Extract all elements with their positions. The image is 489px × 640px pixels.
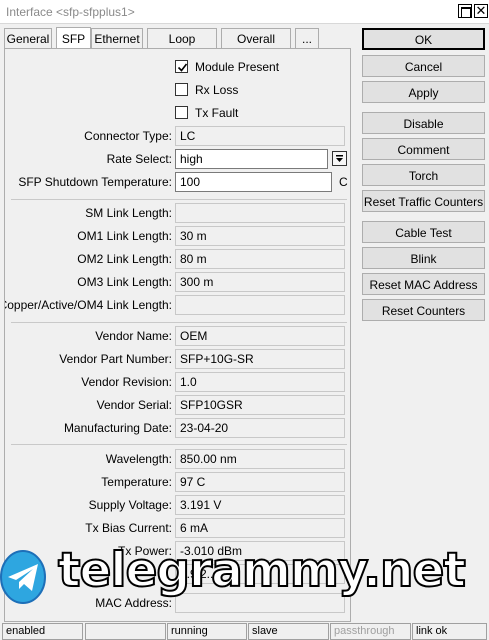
disable-button[interactable]: Disable [362, 112, 485, 134]
field-label: Vendor Revision: [81, 375, 172, 389]
om3-link-length-row: OM3 Link Length: 300 m [5, 272, 350, 292]
field-label: OM3 Link Length: [77, 275, 172, 289]
tab-general[interactable]: General [4, 28, 52, 49]
divider [11, 199, 347, 200]
field-label: Tx Bias Current: [85, 521, 172, 535]
vendor-revision-row: Vendor Revision: 1.0 [5, 372, 350, 392]
shutdown-temperature-row: SFP Shutdown Temperature: 100 C [5, 172, 350, 192]
rate-select-dropdown[interactable]: high [175, 149, 328, 169]
field-label: SM Link Length: [85, 206, 172, 220]
field-label: Copper/Active/OM4 Link Length: [4, 298, 172, 312]
dropdown-arrow-icon[interactable] [332, 151, 347, 166]
maximize-icon[interactable] [458, 4, 472, 18]
checkbox-box[interactable] [175, 106, 188, 119]
telegram-logo-icon [0, 550, 46, 604]
tab-more[interactable]: ... [295, 28, 319, 49]
tab-loop-protect[interactable]: Loop Protect [147, 28, 217, 60]
blink-button[interactable]: Blink [362, 247, 485, 269]
field-label: Wavelength: [105, 452, 172, 466]
field-label: Vendor Name: [95, 329, 172, 343]
om4-link-length-field [175, 295, 345, 315]
connector-type-row: Connector Type: LC [5, 126, 350, 146]
reset-traffic-counters-button[interactable]: Reset Traffic Counters [362, 190, 485, 212]
vendor-part-number-row: Vendor Part Number: SFP+10G-SR [5, 349, 350, 369]
apply-button[interactable]: Apply [362, 81, 485, 103]
manufacturing-date-row: Manufacturing Date: 23-04-20 [5, 418, 350, 438]
vendor-revision-field: 1.0 [175, 372, 345, 392]
om1-link-length-row: OM1 Link Length: 30 m [5, 226, 350, 246]
shutdown-temperature-input[interactable]: 100 [175, 172, 332, 192]
title-bar: Interface <sfp-sfpplus1> ✕ [0, 0, 489, 24]
vendor-part-number-field: SFP+10G-SR [175, 349, 345, 369]
vendor-name-field: OEM [175, 326, 345, 346]
cable-test-button[interactable]: Cable Test [362, 221, 485, 243]
comment-button[interactable]: Comment [362, 138, 485, 160]
unit-label: C [339, 175, 348, 189]
om4-link-length-row: Copper/Active/OM4 Link Length: [4, 295, 350, 315]
wavelength-field: 850.00 nm [175, 449, 345, 469]
supply-voltage-row: Supply Voltage: 3.191 V [5, 495, 350, 515]
field-label: Vendor Part Number: [59, 352, 172, 366]
checkbox-label: Rx Loss [195, 83, 239, 97]
temperature-row: Temperature: 97 C [5, 472, 350, 492]
checkbox-label: Module Present [195, 60, 280, 74]
om2-link-length-field: 80 m [175, 249, 345, 269]
status-cell: passthrough [330, 623, 411, 640]
om1-link-length-field: 30 m [175, 226, 345, 246]
vendor-serial-row: Vendor Serial: SFP10GSR [5, 395, 350, 415]
tab-ethernet[interactable]: Ethernet [91, 28, 143, 49]
status-cell [85, 623, 166, 640]
divider [11, 444, 347, 445]
watermark: telegrammy.net [0, 542, 489, 613]
vendor-serial-field: SFP10GSR [175, 395, 345, 415]
reset-mac-address-button[interactable]: Reset MAC Address [362, 273, 485, 295]
tx-bias-current-field: 6 mA [175, 518, 345, 538]
status-cell: running [167, 623, 247, 640]
field-label: Temperature: [101, 475, 172, 489]
close-icon[interactable]: ✕ [474, 3, 488, 18]
sfp-panel: Module Present Rx Loss Tx Fault Connecto… [4, 48, 351, 622]
reset-counters-button[interactable]: Reset Counters [362, 299, 485, 321]
wavelength-row: Wavelength: 850.00 nm [5, 449, 350, 469]
om3-link-length-field: 300 m [175, 272, 345, 292]
sm-link-length-field [175, 203, 345, 223]
checkbox-label: Tx Fault [195, 106, 239, 120]
checkbox-box[interactable] [175, 83, 188, 96]
torch-button[interactable]: Torch [362, 164, 485, 186]
field-label: Connector Type: [84, 129, 172, 143]
window-title: Interface <sfp-sfpplus1> [6, 5, 135, 19]
cancel-button[interactable]: Cancel [362, 55, 485, 77]
watermark-text: telegrammy.net [57, 542, 467, 599]
sm-link-length-row: SM Link Length: [5, 203, 350, 223]
ok-button[interactable]: OK [362, 28, 485, 50]
om2-link-length-row: OM2 Link Length: 80 m [5, 249, 350, 269]
status-cell: slave [248, 623, 329, 640]
field-label: Vendor Serial: [96, 398, 172, 412]
supply-voltage-field: 3.191 V [175, 495, 345, 515]
field-label: OM2 Link Length: [77, 252, 172, 266]
connector-type-field: LC [175, 126, 345, 146]
field-label: SFP Shutdown Temperature: [18, 175, 172, 189]
divider [11, 322, 347, 323]
field-label: Rate Select: [106, 152, 172, 166]
rate-select-row: Rate Select: high [5, 149, 350, 169]
checkbox-box[interactable] [175, 60, 188, 73]
temperature-field: 97 C [175, 472, 345, 492]
field-label: Supply Voltage: [88, 498, 172, 512]
manufacturing-date-field: 23-04-20 [175, 418, 345, 438]
status-bar: enabled running slave passthrough link o… [0, 622, 489, 640]
tx-bias-current-row: Tx Bias Current: 6 mA [5, 518, 350, 538]
field-label: Manufacturing Date: [63, 421, 172, 435]
check-icon [177, 63, 188, 72]
status-cell: enabled [2, 623, 83, 640]
field-label: OM1 Link Length: [77, 229, 172, 243]
vendor-name-row: Vendor Name: OEM [5, 326, 350, 346]
tab-sfp[interactable]: SFP [56, 27, 91, 49]
tab-overall-stats[interactable]: Overall Stats [221, 28, 291, 60]
status-cell: link ok [412, 623, 487, 640]
